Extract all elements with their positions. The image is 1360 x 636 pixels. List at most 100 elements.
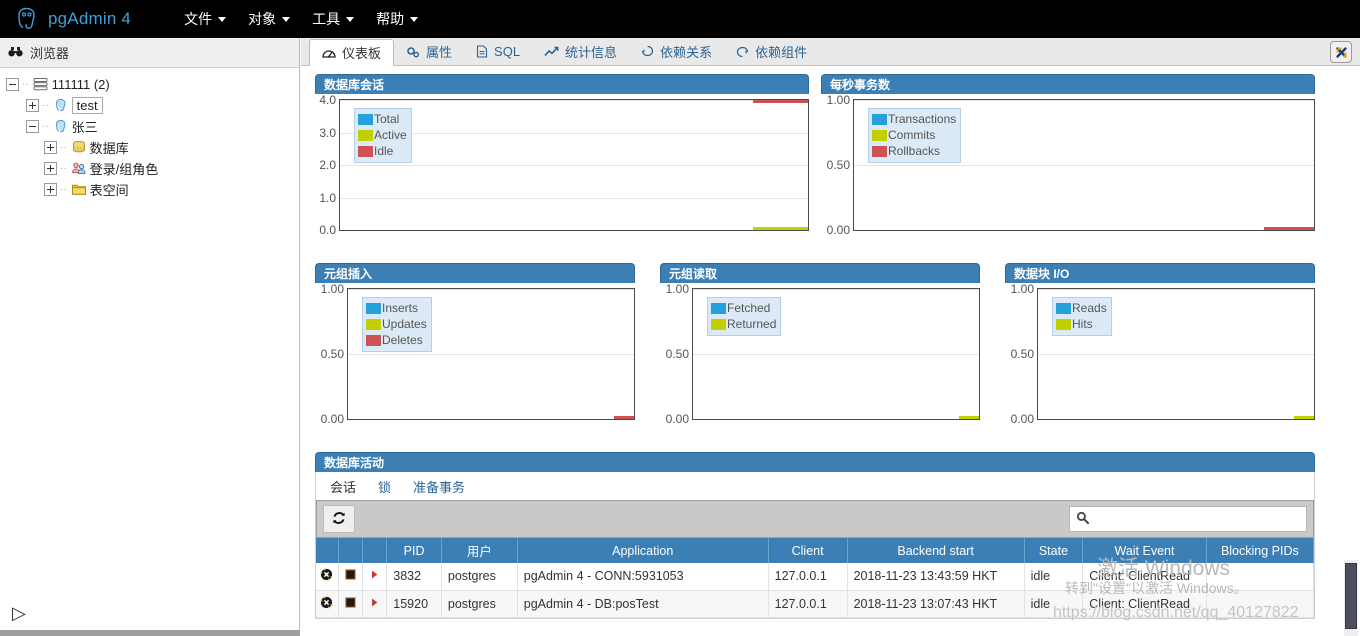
series-line-idle	[753, 100, 808, 103]
terminate-session-icon[interactable]	[320, 568, 333, 584]
legend-swatch	[358, 113, 373, 125]
legend-label: Transactions	[888, 112, 957, 126]
tree-toggle-minus-icon[interactable]	[6, 78, 19, 91]
tree-node-label: test	[71, 97, 103, 114]
tree-node-login-group-roles[interactable]: ·· 登录/组角色	[0, 158, 299, 179]
legend-entry: Fetched	[711, 300, 776, 316]
sql-file-icon	[476, 45, 488, 58]
y-tick: 1.00	[665, 282, 689, 296]
tab-sql[interactable]: SQL	[464, 38, 532, 65]
cancel-query-icon[interactable]	[344, 569, 357, 584]
legend-entry: Deletes	[366, 332, 427, 348]
col-terminate[interactable]	[316, 538, 339, 563]
activity-tab-prepared-transactions[interactable]: 准备事务	[413, 477, 465, 496]
tree-toggle-minus-icon[interactable]	[26, 120, 39, 133]
cell-blocking-pids	[1206, 563, 1315, 591]
pgadmin-window: pgAdmin 4 文件 对象 工具 帮助 浏览器 ·· 111111 (2) …	[0, 0, 1360, 636]
tablespace-icon	[71, 182, 87, 197]
expand-details-icon[interactable]	[369, 597, 380, 611]
col-cancel[interactable]	[338, 538, 364, 563]
expand-details-cell[interactable]	[362, 590, 388, 618]
tree-node-servergroup[interactable]: ·· 111111 (2)	[0, 74, 299, 95]
terminate-session-cell[interactable]	[316, 563, 339, 591]
chevron-down-icon	[282, 16, 291, 22]
menu-tools[interactable]: 工具	[303, 5, 363, 33]
tree-node-tablespaces[interactable]: ·· 表空间	[0, 179, 299, 200]
legend-entry: Inserts	[366, 300, 427, 316]
legend-label: Returned	[727, 317, 777, 331]
server-icon	[53, 119, 69, 134]
legend-label: Rollbacks	[888, 144, 941, 158]
legend-swatch	[872, 113, 887, 125]
tree-toggle-plus-icon[interactable]	[44, 183, 57, 196]
cancel-query-cell[interactable]	[338, 590, 364, 618]
tree-toggle-plus-icon[interactable]	[44, 141, 57, 154]
col-application[interactable]: Application	[517, 538, 769, 563]
cell-client: 127.0.0.1	[768, 590, 848, 618]
legend-label: Inserts	[382, 301, 419, 315]
menu-help[interactable]: 帮助	[367, 5, 427, 33]
refresh-icon	[331, 510, 347, 529]
menu-object[interactable]: 对象	[239, 5, 299, 33]
table-row[interactable]: 3832 postgres pgAdmin 4 - CONN:5931053 1…	[316, 563, 1315, 591]
close-tab-button[interactable]	[1330, 41, 1352, 63]
server-icon	[53, 98, 69, 113]
roles-icon	[71, 161, 87, 176]
object-tabbar: 仪表板 属性 SQL 统计信息 依赖关系 依赖组件	[301, 38, 1360, 66]
tab-properties[interactable]: 属性	[394, 38, 464, 65]
cancel-query-cell[interactable]	[338, 563, 364, 591]
col-pid[interactable]: PID	[386, 538, 442, 563]
col-blocking-pids[interactable]: Blocking PIDs	[1206, 538, 1315, 563]
expand-details-icon[interactable]	[369, 569, 380, 583]
y-tick: 4.0	[319, 93, 336, 107]
col-backend-start[interactable]: Backend start	[847, 538, 1025, 563]
menu-file[interactable]: 文件	[175, 5, 235, 33]
expand-details-cell[interactable]	[362, 563, 388, 591]
tab-label: SQL	[494, 44, 521, 59]
legend-entry: Active	[358, 127, 407, 143]
col-client[interactable]: Client	[768, 538, 848, 563]
terminate-session-cell[interactable]	[316, 590, 339, 618]
tree-node-label: 张三	[71, 120, 98, 135]
tree-node-server-test[interactable]: ·· test	[0, 95, 299, 116]
refresh-button[interactable]	[323, 505, 355, 533]
tree-node-label: 数据库	[89, 141, 129, 156]
legend-entry: Returned	[711, 316, 776, 332]
grid-vertical-scrollbar[interactable]	[1344, 560, 1358, 636]
tab-statistics[interactable]: 统计信息	[532, 38, 629, 65]
y-tick: 0.50	[1010, 347, 1034, 361]
activity-tab-locks[interactable]: 锁	[378, 477, 391, 496]
table-row[interactable]: 15920 postgres pgAdmin 4 - DB:posTest 12…	[316, 590, 1315, 618]
tab-dependents[interactable]: 依赖组件	[724, 38, 819, 65]
search-icon	[1076, 511, 1089, 527]
tree-node-databases[interactable]: ·· 数据库	[0, 137, 299, 158]
cancel-query-icon[interactable]	[344, 596, 357, 612]
sessions-table: PID 用户 Application Client Backend start …	[316, 538, 1315, 618]
search-box[interactable]	[1069, 506, 1307, 532]
col-wait-event[interactable]: Wait Event	[1082, 538, 1207, 563]
cell-wait-event: Client: ClientRead	[1082, 563, 1207, 591]
panel-title: 数据库活动	[315, 452, 1315, 472]
tree-toggle-plus-icon[interactable]	[44, 162, 57, 175]
chart-legend: Inserts Updates Deletes	[362, 297, 432, 352]
legend-label: Commits	[888, 128, 936, 142]
y-tick: 0.00	[665, 412, 689, 426]
search-input[interactable]	[1094, 512, 1289, 526]
terminate-session-icon[interactable]	[320, 596, 333, 612]
tab-dashboard[interactable]: 仪表板	[309, 39, 395, 66]
col-user[interactable]: 用户	[441, 538, 518, 563]
activity-tab-sessions[interactable]: 会话	[330, 477, 356, 496]
legend-entry: Transactions	[872, 111, 956, 127]
tree-toggle-plus-icon[interactable]	[26, 99, 39, 112]
cell-state: idle	[1024, 590, 1084, 618]
menu-bar: 文件 对象 工具 帮助	[175, 5, 427, 33]
col-details[interactable]	[362, 538, 388, 563]
tab-dependencies[interactable]: 依赖关系	[629, 38, 724, 65]
tree-node-server-zhangsan[interactable]: ·· 张三	[0, 116, 299, 137]
dependencies-icon	[641, 45, 654, 58]
scrollbar-thumb[interactable]	[1345, 563, 1357, 629]
col-state[interactable]: State	[1024, 538, 1084, 563]
sidebar-expand-toggle[interactable]: ▷	[12, 603, 26, 624]
brand-title: pgAdmin 4	[48, 9, 132, 28]
series-line-active	[753, 227, 808, 230]
